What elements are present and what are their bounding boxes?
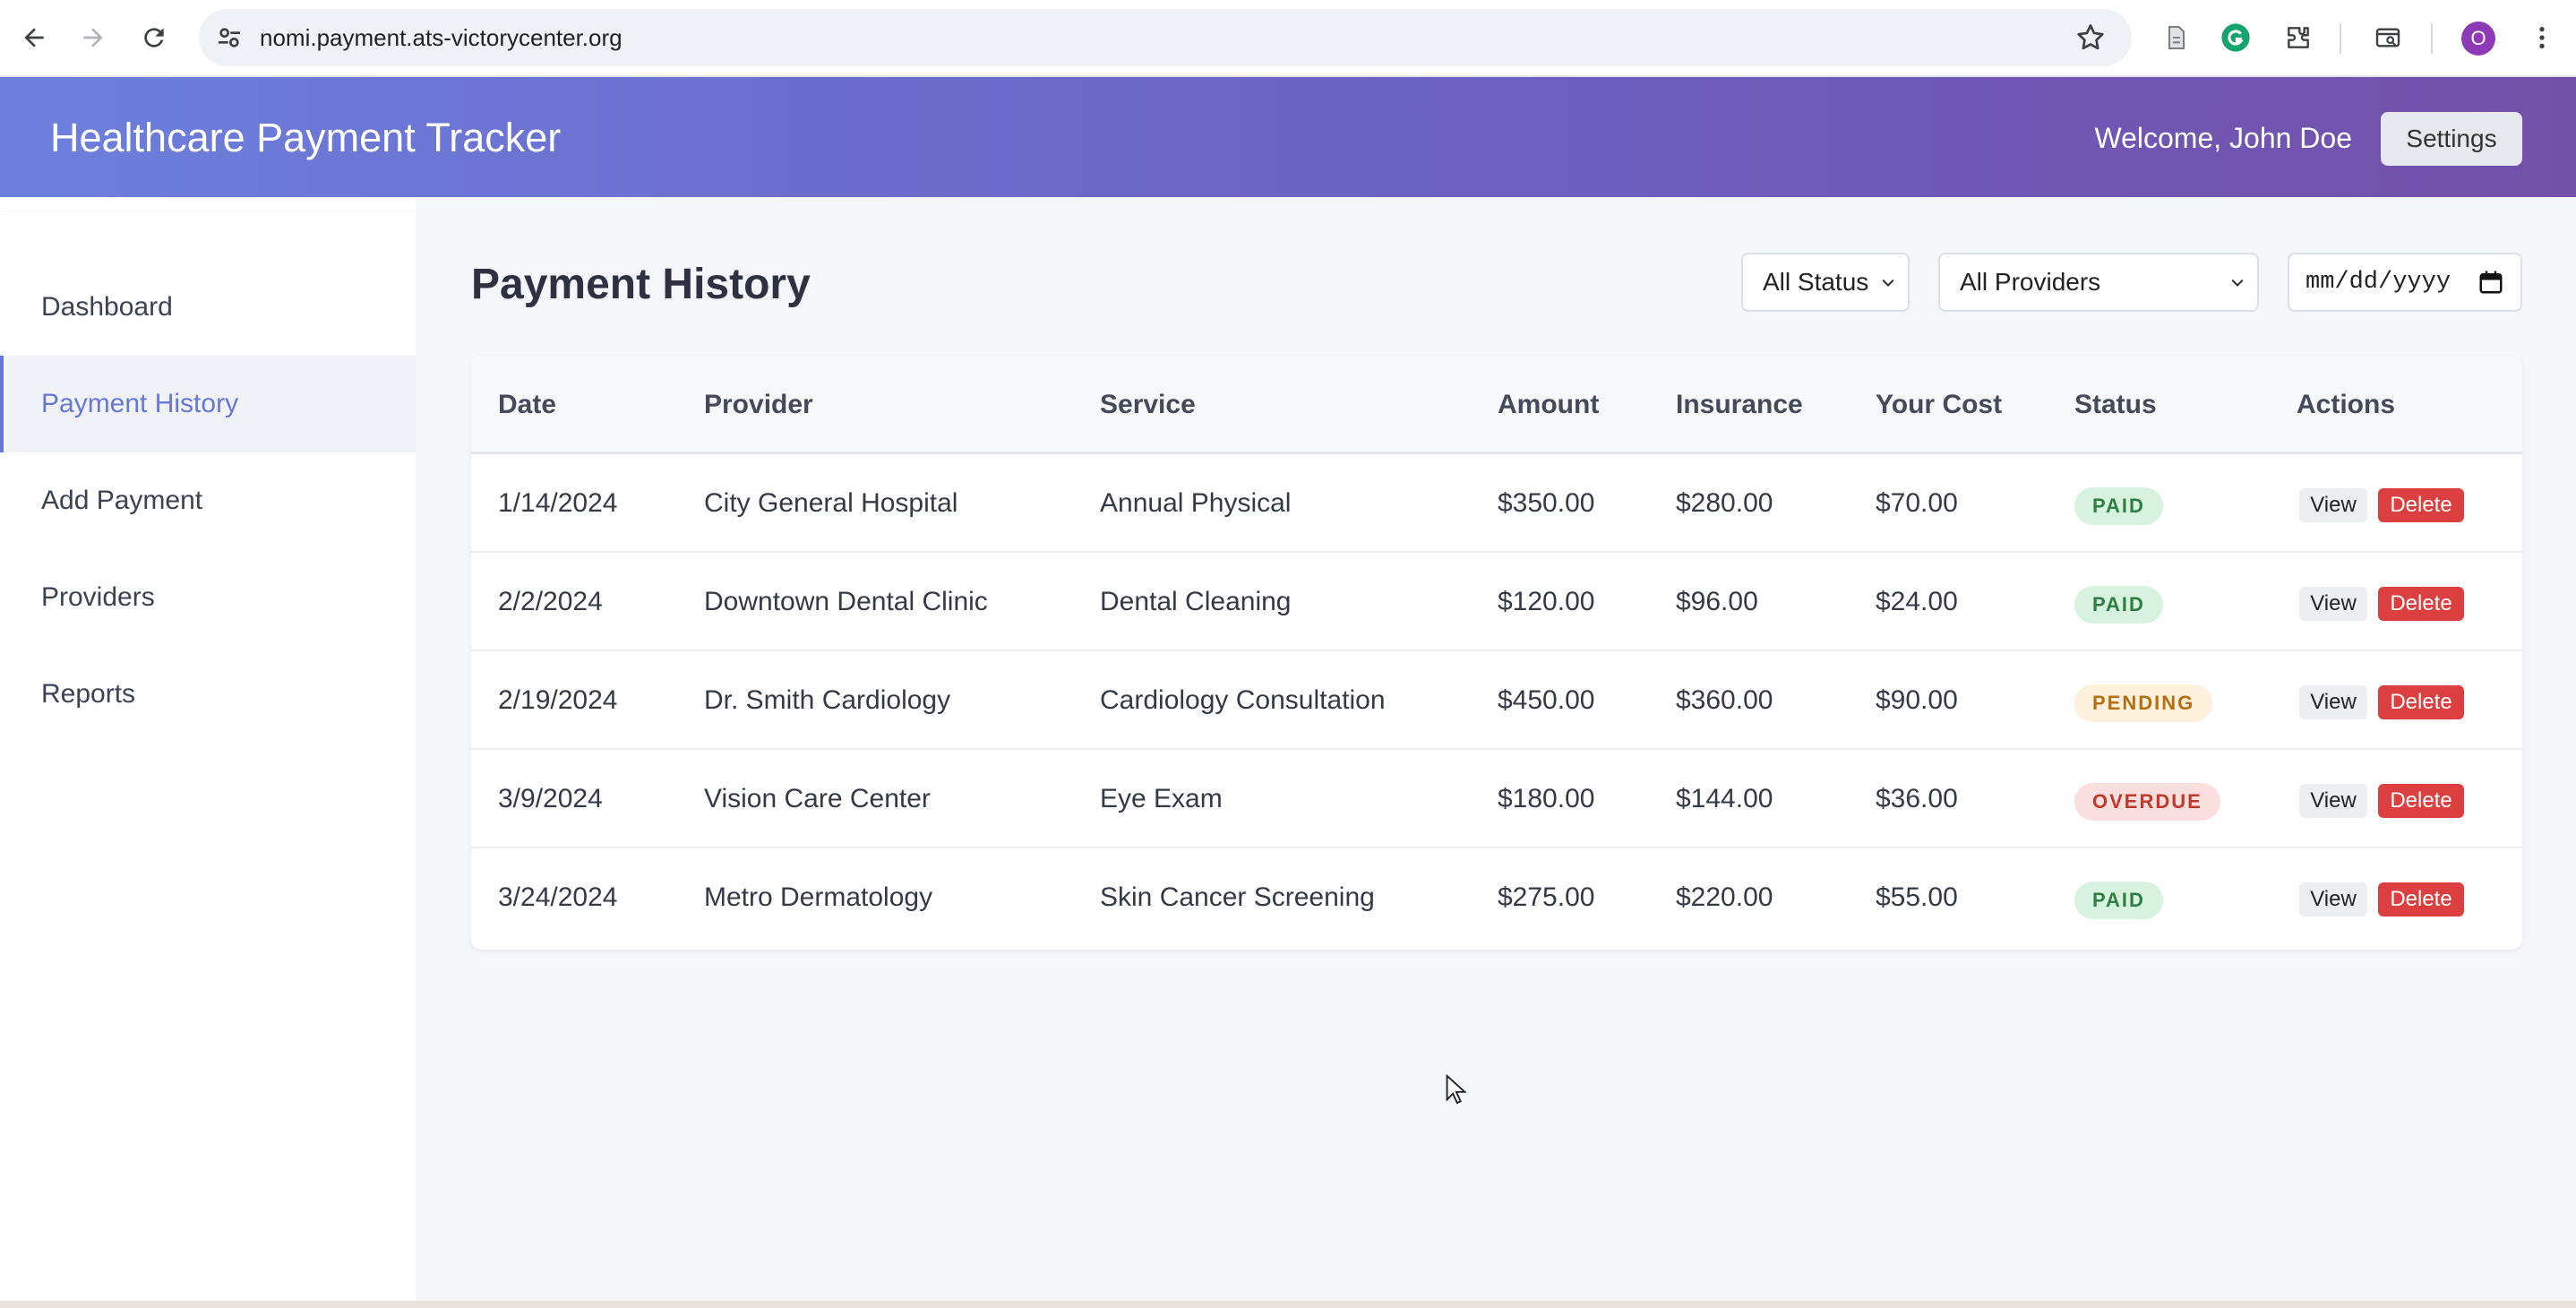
calendar-icon[interactable] <box>2477 269 2504 296</box>
toolbar-divider <box>2340 23 2341 54</box>
grammarly-extension-icon[interactable] <box>2218 20 2254 56</box>
provider-filter-select[interactable]: All Providers <box>1938 253 2259 312</box>
sidebar-item-add-payment[interactable]: Add Payment <box>0 452 416 549</box>
cell-amount: $350.00 <box>1498 488 1595 518</box>
status-filter-value: All Status <box>1763 268 1869 296</box>
bookmark-star-icon[interactable] <box>2074 22 2107 54</box>
status-badge: PAID <box>2074 882 2163 919</box>
cell-service: Annual Physical <box>1100 488 1292 518</box>
browser-menu-icon[interactable] <box>2524 20 2560 56</box>
main-content: Payment History All Status All Providers… <box>416 197 2576 1301</box>
cell-your-cost: $36.00 <box>1876 784 1958 813</box>
column-header-status[interactable]: Status <box>2074 356 2157 454</box>
cell-provider: Metro Dermatology <box>704 882 933 912</box>
status-filter-select[interactable]: All Status <box>1741 253 1910 312</box>
cell-service: Eye Exam <box>1100 784 1223 813</box>
cell-amount: $275.00 <box>1498 882 1595 912</box>
chevron-down-icon <box>2231 279 2244 287</box>
cell-insurance: $96.00 <box>1676 587 1758 616</box>
cell-date: 3/9/2024 <box>498 784 603 813</box>
delete-button[interactable]: Delete <box>2378 685 2464 719</box>
app-header: Healthcare Payment Tracker Welcome, John… <box>0 77 2576 197</box>
table-row[interactable]: 2/19/2024 Dr. Smith Cardiology Cardiolog… <box>471 651 2522 750</box>
cell-date: 2/2/2024 <box>498 587 603 616</box>
cell-service: Dental Cleaning <box>1100 587 1292 616</box>
cell-date: 3/24/2024 <box>498 882 618 912</box>
status-badge: OVERDUE <box>2074 783 2220 821</box>
settings-button[interactable]: Settings <box>2381 112 2522 166</box>
cell-insurance: $220.00 <box>1676 882 1773 912</box>
tab-search-icon[interactable] <box>2370 20 2406 56</box>
cell-amount: $120.00 <box>1498 587 1595 616</box>
toolbar-divider <box>2431 23 2433 54</box>
column-header-service[interactable]: Service <box>1100 356 1196 454</box>
status-badge: PENDING <box>2074 684 2213 722</box>
date-filter-input[interactable]: mm/dd/yyyy <box>2288 253 2522 312</box>
cell-provider: Downtown Dental Clinic <box>704 587 988 616</box>
cell-service: Skin Cancer Screening <box>1100 882 1375 912</box>
view-button[interactable]: View <box>2299 488 2367 522</box>
view-button[interactable]: View <box>2299 882 2367 916</box>
extensions-puzzle-icon[interactable] <box>2280 20 2316 56</box>
cell-service: Cardiology Consultation <box>1100 685 1386 715</box>
delete-button[interactable]: Delete <box>2378 784 2464 818</box>
sidebar: Dashboard Payment History Add Payment Pr… <box>0 212 416 1301</box>
back-icon[interactable] <box>14 18 54 57</box>
cell-your-cost: $70.00 <box>1876 488 1958 518</box>
column-header-date[interactable]: Date <box>498 356 556 454</box>
cell-your-cost: $24.00 <box>1876 587 1958 616</box>
forward-icon[interactable] <box>73 18 113 57</box>
status-badge: PAID <box>2074 586 2163 624</box>
column-header-amount[interactable]: Amount <box>1498 356 1599 454</box>
sidebar-item-reports[interactable]: Reports <box>0 646 416 743</box>
cell-your-cost: $90.00 <box>1876 685 1958 715</box>
payments-table: Date Provider Service Amount Insurance Y… <box>471 356 2522 950</box>
reload-icon[interactable] <box>134 18 174 57</box>
column-header-actions: Actions <box>2297 390 2396 419</box>
profile-avatar[interactable]: O <box>2461 22 2495 56</box>
sidebar-item-dashboard[interactable]: Dashboard <box>0 259 416 356</box>
view-button[interactable]: View <box>2299 587 2367 621</box>
provider-filter-value: All Providers <box>1960 268 2101 296</box>
address-bar[interactable]: nomi.payment.ats-victorycenter.org <box>199 9 2132 66</box>
delete-button[interactable]: Delete <box>2378 587 2464 621</box>
cell-insurance: $360.00 <box>1676 685 1773 715</box>
cell-amount: $450.00 <box>1498 685 1595 715</box>
page-title: Payment History <box>471 261 811 308</box>
cell-insurance: $280.00 <box>1676 488 1773 518</box>
table-row[interactable]: 3/9/2024 Vision Care Center Eye Exam $18… <box>471 750 2522 848</box>
app-title: Healthcare Payment Tracker <box>50 115 562 160</box>
view-button[interactable]: View <box>2299 685 2367 719</box>
column-header-provider[interactable]: Provider <box>704 356 813 454</box>
column-header-your-cost[interactable]: Your Cost <box>1876 356 2002 454</box>
delete-button[interactable]: Delete <box>2378 882 2464 916</box>
status-badge: PAID <box>2074 487 2163 525</box>
cell-insurance: $144.00 <box>1676 784 1773 813</box>
sidebar-item-providers[interactable]: Providers <box>0 549 416 646</box>
welcome-text: Welcome, John Doe <box>2094 122 2352 154</box>
cell-date: 2/19/2024 <box>498 685 618 715</box>
cell-provider: Vision Care Center <box>704 784 931 813</box>
column-header-insurance[interactable]: Insurance <box>1676 356 1803 454</box>
chevron-down-icon <box>1882 279 1894 287</box>
table-row[interactable]: 1/14/2024 City General Hospital Annual P… <box>471 454 2522 553</box>
url-text[interactable]: nomi.payment.ats-victorycenter.org <box>260 9 623 66</box>
delete-button[interactable]: Delete <box>2378 488 2464 522</box>
mouse-cursor-icon <box>1446 1074 1466 1105</box>
table-row[interactable]: 2/2/2024 Downtown Dental Clinic Dental C… <box>471 553 2522 651</box>
cell-your-cost: $55.00 <box>1876 882 1958 912</box>
cell-provider: City General Hospital <box>704 488 958 518</box>
window-bottom-edge <box>0 1301 2576 1308</box>
table-header: Date Provider Service Amount Insurance Y… <box>471 356 2522 454</box>
cell-provider: Dr. Smith Cardiology <box>704 685 951 715</box>
cell-date: 1/14/2024 <box>498 488 618 518</box>
view-button[interactable]: View <box>2299 784 2367 818</box>
browser-toolbar: nomi.payment.ats-victorycenter.org O <box>0 0 2576 77</box>
page-doc-icon[interactable] <box>2159 20 2194 56</box>
sidebar-item-payment-history[interactable]: Payment History <box>0 356 416 452</box>
table-row[interactable]: 3/24/2024 Metro Dermatology Skin Cancer … <box>471 848 2522 947</box>
cell-amount: $180.00 <box>1498 784 1595 813</box>
date-filter-placeholder: mm/dd/yyyy <box>2306 269 2451 296</box>
site-info-icon[interactable] <box>215 23 244 52</box>
